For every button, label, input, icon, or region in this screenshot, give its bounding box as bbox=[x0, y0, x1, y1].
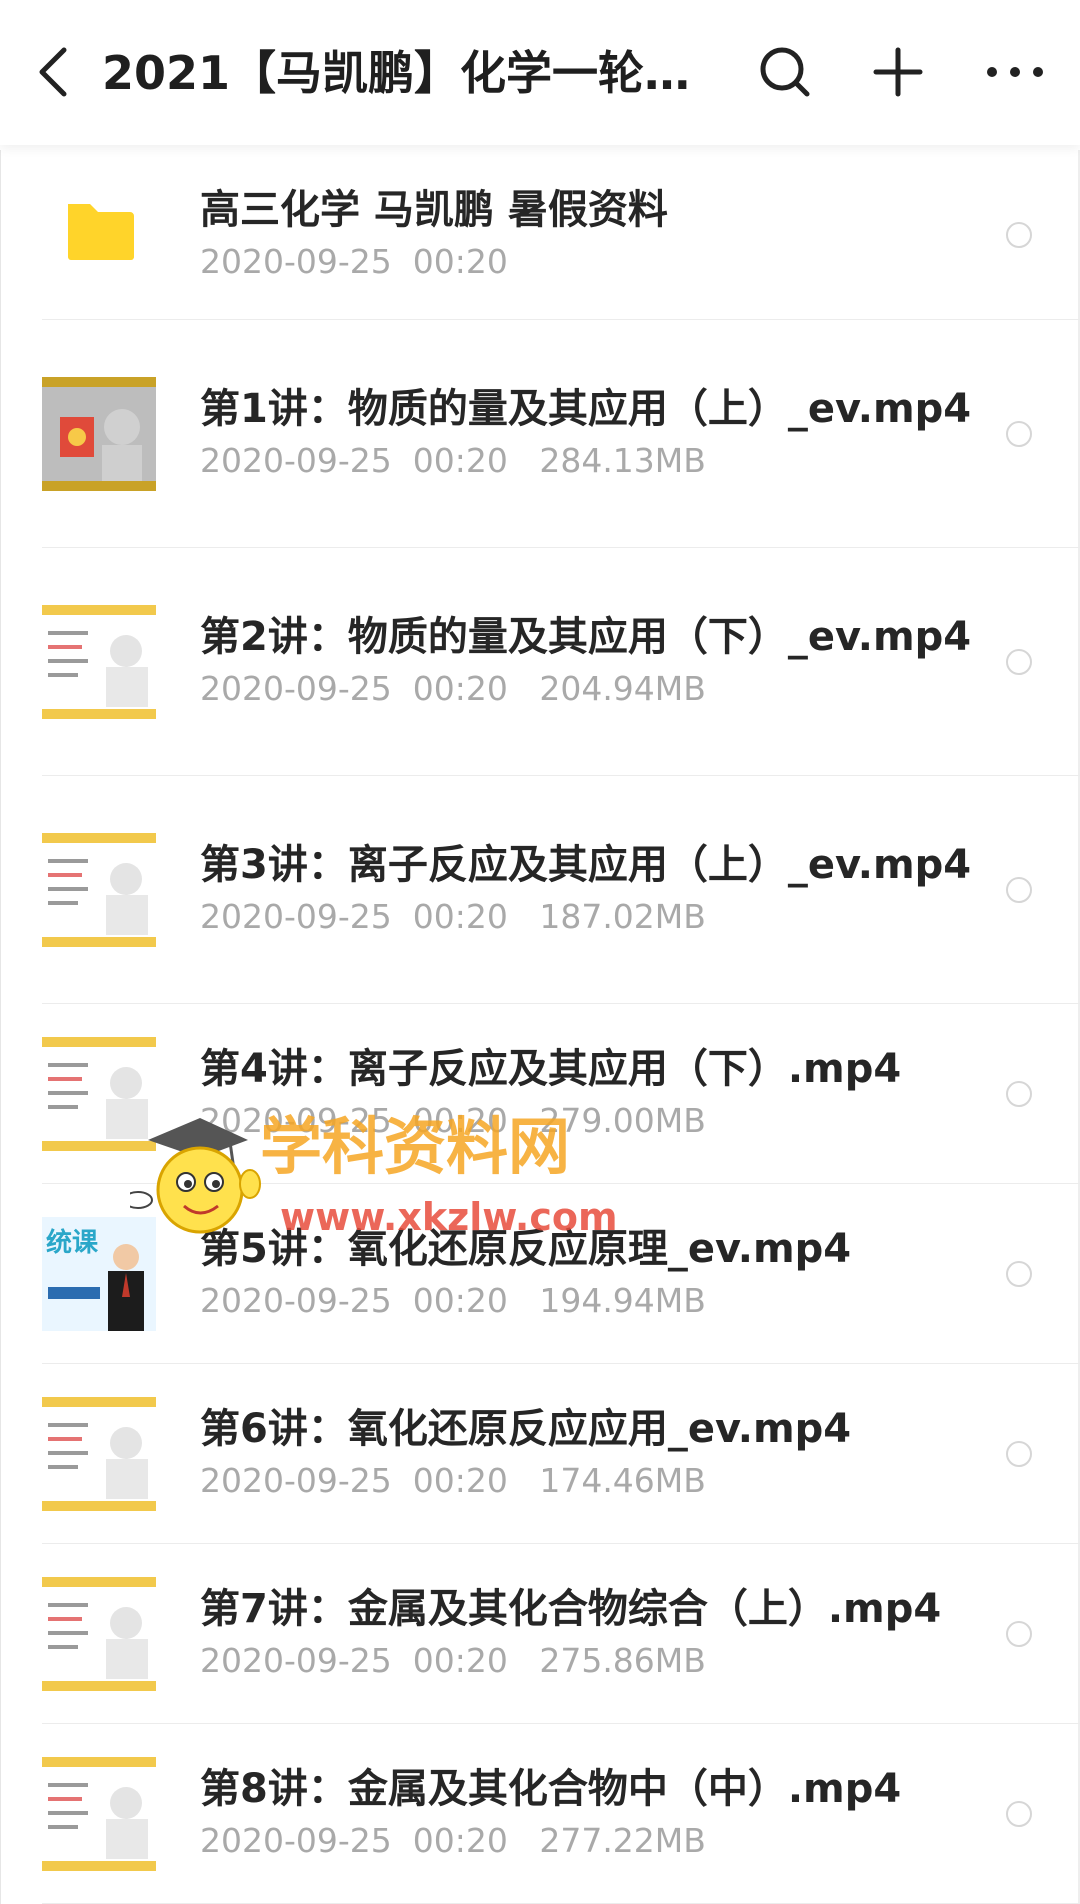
file-meta: 2020-09-25 00:20 204.94MB bbox=[200, 669, 706, 708]
video-thumbnail: 统课 bbox=[42, 1217, 156, 1331]
more-dots-icon[interactable] bbox=[980, 42, 1050, 102]
file-text: 第2讲：物质的量及其应用（下）_ev.mp4 2020-09-25 00:20 2… bbox=[200, 612, 980, 712]
select-radio[interactable] bbox=[1006, 1081, 1032, 1107]
file-name: 第4讲：离子反应及其应用（下）.mp4 bbox=[200, 1046, 902, 1092]
select-radio[interactable] bbox=[1006, 877, 1032, 903]
select-radio[interactable] bbox=[1006, 1801, 1032, 1827]
file-name: 第8讲：金属及其化合物中（中）.mp4 bbox=[200, 1766, 902, 1812]
file-row[interactable]: 第7讲：金属及其化合物综合（上）.mp4 2020-09-25 00:20 275… bbox=[0, 1544, 1080, 1724]
select-radio[interactable] bbox=[1006, 1261, 1032, 1287]
video-thumbnail bbox=[42, 1757, 156, 1871]
file-meta: 2020-09-25 00:20 275.86MB bbox=[200, 1641, 706, 1680]
file-meta: 2020-09-25 00:20 187.02MB bbox=[200, 897, 706, 936]
video-thumbnail bbox=[42, 605, 156, 719]
top-app-bar: 2021【马凯鹏】化学一轮暑… bbox=[0, 0, 1080, 145]
file-name: 第3讲：离子反应及其应用（上）_ev.mp4 bbox=[200, 842, 972, 888]
file-row[interactable]: 统课 第5讲：氧化还原反应原理_ev.mp4 2020-09-25 00:20 19… bbox=[0, 1184, 1080, 1364]
file-name: 第2讲：物质的量及其应用（下）_ev.mp4 bbox=[200, 614, 972, 660]
file-meta: 2020-09-25 00:20 277.22MB bbox=[200, 1821, 706, 1860]
select-radio[interactable] bbox=[1006, 421, 1032, 447]
search-icon[interactable] bbox=[755, 42, 815, 102]
video-thumbnail bbox=[42, 1397, 156, 1511]
file-name: 第7讲：金属及其化合物综合（上）.mp4 bbox=[200, 1586, 942, 1632]
svg-text:统课: 统课 bbox=[46, 1227, 99, 1258]
file-meta: 2020-09-25 00:20 174.46MB bbox=[200, 1461, 706, 1500]
file-name: 第6讲：氧化还原反应应用_ev.mp4 bbox=[200, 1406, 852, 1452]
file-text: 第8讲：金属及其化合物中（中）.mp4 2020-09-25 00:20 277.… bbox=[200, 1764, 980, 1864]
file-text: 第6讲：氧化还原反应应用_ev.mp4 2020-09-25 00:20 174.… bbox=[200, 1404, 980, 1504]
file-row[interactable]: 第4讲：离子反应及其应用（下）.mp4 2020-09-25 00:20 279.… bbox=[0, 1004, 1080, 1184]
file-text: 第1讲：物质的量及其应用（上）_ev.mp4 2020-09-25 00:20 2… bbox=[200, 384, 980, 484]
file-row[interactable]: 第1讲：物质的量及其应用（上）_ev.mp4 2020-09-25 00:20 2… bbox=[0, 320, 1080, 548]
file-meta: 2020-09-25 00:20 284.13MB bbox=[200, 441, 706, 480]
file-name: 第5讲：氧化还原反应原理_ev.mp4 bbox=[200, 1226, 852, 1272]
chevron-left-icon[interactable] bbox=[34, 44, 78, 100]
file-text: 第7讲：金属及其化合物综合（上）.mp4 2020-09-25 00:20 275… bbox=[200, 1584, 980, 1684]
plus-icon[interactable] bbox=[868, 42, 928, 102]
video-thumbnail bbox=[42, 377, 156, 491]
file-list: 高三化学 马凯鹏 暑假资料 2020-09-25 00:20 第1讲：物质的量及其应… bbox=[0, 150, 1080, 1904]
file-text: 高三化学 马凯鹏 暑假资料 2020-09-25 00:20 bbox=[200, 185, 980, 285]
file-row[interactable]: 第3讲：离子反应及其应用（上）_ev.mp4 2020-09-25 00:20 1… bbox=[0, 776, 1080, 1004]
file-meta: 2020-09-25 00:20 279.00MB bbox=[200, 1101, 706, 1140]
file-name: 第1讲：物质的量及其应用（上）_ev.mp4 bbox=[200, 386, 972, 432]
video-thumbnail bbox=[42, 833, 156, 947]
file-row[interactable]: 第6讲：氧化还原反应应用_ev.mp4 2020-09-25 00:20 174.… bbox=[0, 1364, 1080, 1544]
video-thumbnail bbox=[42, 1037, 156, 1151]
file-row[interactable]: 第8讲：金属及其化合物中（中）.mp4 2020-09-25 00:20 277.… bbox=[0, 1724, 1080, 1904]
file-name: 高三化学 马凯鹏 暑假资料 bbox=[200, 187, 668, 233]
file-text: 第5讲：氧化还原反应原理_ev.mp4 2020-09-25 00:20 194.… bbox=[200, 1224, 980, 1324]
file-meta: 2020-09-25 00:20 bbox=[200, 242, 508, 281]
video-thumbnail bbox=[42, 1577, 156, 1691]
select-radio[interactable] bbox=[1006, 1621, 1032, 1647]
file-text: 第3讲：离子反应及其应用（上）_ev.mp4 2020-09-25 00:20 1… bbox=[200, 840, 980, 940]
select-radio[interactable] bbox=[1006, 649, 1032, 675]
folder-icon bbox=[42, 178, 156, 292]
file-meta: 2020-09-25 00:20 194.94MB bbox=[200, 1281, 706, 1320]
select-radio[interactable] bbox=[1006, 1441, 1032, 1467]
select-radio[interactable] bbox=[1006, 222, 1032, 248]
file-text: 第4讲：离子反应及其应用（下）.mp4 2020-09-25 00:20 279.… bbox=[200, 1044, 980, 1144]
file-row[interactable]: 第2讲：物质的量及其应用（下）_ev.mp4 2020-09-25 00:20 2… bbox=[0, 548, 1080, 776]
page-title: 2021【马凯鹏】化学一轮暑… bbox=[102, 46, 732, 100]
folder-row[interactable]: 高三化学 马凯鹏 暑假资料 2020-09-25 00:20 bbox=[0, 150, 1080, 320]
